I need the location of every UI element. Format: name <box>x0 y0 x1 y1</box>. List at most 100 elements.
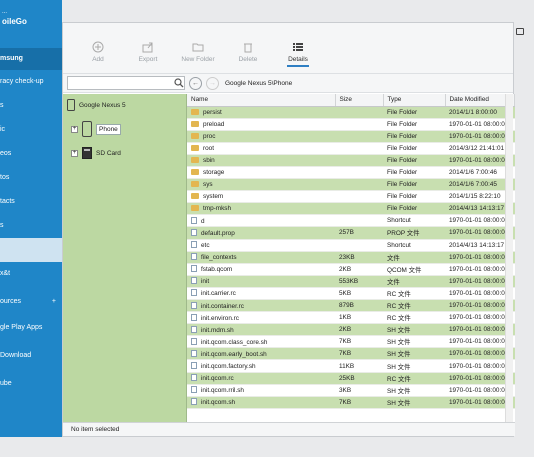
file-name-cell: root <box>187 142 335 155</box>
sidebar-item[interactable] <box>0 238 62 262</box>
search-input[interactable] <box>74 77 174 89</box>
file-size: 7KB <box>335 335 383 349</box>
file-row[interactable]: file_contexts 23KB 文件 1970-01-01 08:00:00 <box>187 251 515 264</box>
scrollbar[interactable] <box>505 94 513 424</box>
export-icon <box>123 41 173 53</box>
file-size: 5KB <box>335 287 383 301</box>
folder-icon <box>191 132 199 139</box>
column-type[interactable]: Type <box>383 94 446 107</box>
resource-item[interactable]: gle Play Apps <box>0 316 62 344</box>
back-button[interactable]: ← <box>189 76 202 90</box>
column-name[interactable]: Name <box>187 94 336 107</box>
folder-icon <box>191 156 199 163</box>
forward-button[interactable]: → <box>206 76 219 90</box>
file-row[interactable]: proc File Folder 1970-01-01 08:00:00 <box>187 130 515 143</box>
file-size <box>335 166 383 180</box>
delete-button[interactable]: Delete <box>223 41 273 63</box>
resources-header[interactable]: ources + <box>0 286 62 316</box>
file-size: 1KB <box>335 311 383 325</box>
column-size[interactable]: Size <box>335 94 384 107</box>
file-row[interactable]: storage File Folder 2014/1/6 7:00:46 <box>187 166 515 180</box>
details-button[interactable]: Details <box>273 41 323 67</box>
file-type: SH 文件 <box>383 384 445 397</box>
sidebar-item[interactable]: eos <box>0 142 62 166</box>
status-bar: No item selected <box>63 422 515 436</box>
file-row[interactable]: d Shortcut 1970-01-01 08:00:00 <box>187 214 515 228</box>
file-name: d <box>201 217 205 225</box>
file-row[interactable]: init.qcom.early_boot.sh 7KB SH 文件 1970-01-0… <box>187 347 515 361</box>
file-row[interactable]: sbin File Folder 1970-01-01 08:00:00 <box>187 154 515 167</box>
sidebar-item[interactable]: s <box>0 214 62 238</box>
file-row[interactable]: etc Shortcut 2014/4/13 14:13:17 <box>187 239 515 252</box>
sidebar-item[interactable]: tos <box>0 166 62 190</box>
tree-root[interactable]: Google Nexus 5 <box>63 94 186 116</box>
tree-item-sdcard[interactable]: + SD Card <box>63 142 186 164</box>
file-name-cell: d <box>187 214 335 228</box>
file-row[interactable]: init.qcom.class_core.sh 7KB SH 文件 1970-01-0… <box>187 335 515 349</box>
file-type: Shortcut <box>383 239 445 252</box>
resource-item[interactable]: ube <box>0 372 62 400</box>
sidebar-item[interactable]: ic <box>0 118 62 142</box>
feedback-icon[interactable] <box>516 28 524 35</box>
logo-small-text: ... <box>2 9 8 15</box>
file-name: fstab.qcom <box>201 266 233 274</box>
file-size <box>335 118 383 131</box>
device-name[interactable]: msung <box>0 48 62 70</box>
file-row[interactable]: default.prop 257B PROP 文件 1970-01-01 08:00:… <box>187 226 515 240</box>
file-size <box>335 214 383 228</box>
export-button[interactable]: Export <box>123 41 173 63</box>
add-icon[interactable]: + <box>52 298 56 316</box>
file-row[interactable]: init.qcom.sh 7KB SH 文件 1970-01-01 08:00:00 <box>187 396 515 409</box>
file-row[interactable]: root File Folder 2014/3/12 21:41:01 <box>187 142 515 155</box>
file-size: 25KB <box>335 372 383 385</box>
file-name: init.qcom.sh <box>201 399 236 407</box>
sidebar-item[interactable]: racy check-up <box>0 70 62 94</box>
file-row[interactable]: init.carrier.rc 5KB RC 文件 1970-01-01 08:00:… <box>187 287 515 301</box>
toolbar-button-label: Delete <box>238 56 258 63</box>
tree-item-phone[interactable]: + Phone <box>63 116 186 142</box>
expand-icon[interactable]: + <box>71 149 78 157</box>
resources-label: ources <box>0 298 22 305</box>
file-name-cell: init.qcom.class_core.sh <box>187 335 335 349</box>
toolbar: Add Export New Folder Delete Details <box>63 23 513 73</box>
file-row[interactable]: init.qcom.rril.sh 3KB SH 文件 1970-01-01 08:0… <box>187 384 515 397</box>
file-row[interactable]: sys File Folder 2014/1/6 7:00:45 <box>187 178 515 192</box>
file-size: 23KB <box>335 251 383 264</box>
sidebar-item[interactable]: x&t <box>0 262 62 286</box>
file-type: RC 文件 <box>383 372 445 385</box>
file-type: File Folder <box>383 130 445 143</box>
file-type: File Folder <box>383 154 445 167</box>
file-row[interactable]: persist File Folder 2014/1/1 8:00:00 <box>187 106 515 119</box>
folder-icon <box>191 181 199 188</box>
sidebar-item[interactable]: s <box>0 94 62 118</box>
new-folder-button[interactable]: New Folder <box>173 41 223 63</box>
file-type: File Folder <box>383 178 445 192</box>
plus-circle-icon <box>73 41 123 53</box>
expand-icon[interactable]: + <box>71 125 78 133</box>
file-name-cell: fstab.qcom <box>187 263 335 276</box>
resource-item[interactable]: Download <box>0 344 62 372</box>
file-row[interactable]: init.container.rc 879B RC 文件 1970-01-01 08:… <box>187 299 515 313</box>
add-button[interactable]: Add <box>73 41 123 63</box>
file-name-cell: init.carrier.rc <box>187 287 335 301</box>
file-type: 文件 <box>383 251 445 264</box>
file-name-cell: init.qcom.sh <box>187 396 335 409</box>
file-name: init.environ.rc <box>201 314 240 322</box>
search-icon[interactable] <box>174 78 184 88</box>
file-row[interactable]: fstab.qcom 2KB QCOM 文件 1970-01-01 08:00:00 <box>187 263 515 276</box>
file-row[interactable]: preload File Folder 1970-01-01 08:00:00 <box>187 118 515 131</box>
file-row[interactable]: init.qcom.rc 25KB RC 文件 1970-01-01 08:00:00 <box>187 372 515 385</box>
file-row[interactable]: init.mdm.sh 2KB SH 文件 1970-01-01 08:00:00 <box>187 323 515 337</box>
sidebar-item[interactable]: tacts <box>0 190 62 214</box>
tree-item-label: Phone <box>96 123 121 135</box>
search-box[interactable] <box>67 76 185 90</box>
file-size: 879B <box>335 299 383 313</box>
file-row[interactable]: system File Folder 2014/1/15 8:22:10 <box>187 190 515 204</box>
file-name: init.carrier.rc <box>201 290 236 298</box>
file-name-cell: file_contexts <box>187 251 335 264</box>
file-row[interactable]: init 553KB 文件 1970-01-01 08:00:00 <box>187 275 515 288</box>
file-row[interactable]: init.qcom.factory.sh 11KB SH 文件 1970-01-01 … <box>187 359 515 373</box>
file-row[interactable]: tmp-mksh File Folder 2014/4/13 14:13:17 <box>187 202 515 216</box>
file-row[interactable]: init.environ.rc 1KB RC 文件 1970-01-01 08:00:… <box>187 311 515 325</box>
arrow-right-icon: → <box>209 79 216 87</box>
